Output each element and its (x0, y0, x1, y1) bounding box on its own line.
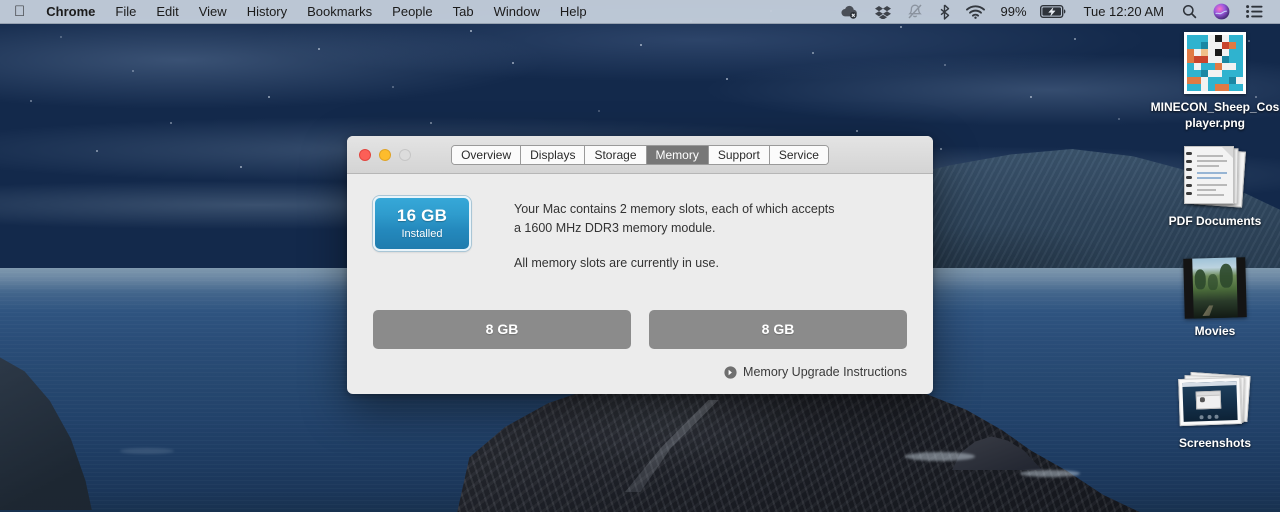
zoom-button[interactable] (399, 148, 411, 161)
desktop-icon-pdf-documents[interactable]: PDF Documents (1145, 146, 1280, 230)
about-this-mac-window[interactable]: Overview Displays Storage Memory Support… (347, 136, 933, 394)
memory-slot-1: 8 GB (373, 309, 631, 349)
do-not-disturb-icon[interactable] (900, 0, 930, 24)
menu-item-edit[interactable]: Edit (146, 0, 188, 24)
memory-upgrade-link-label: Memory Upgrade Instructions (743, 365, 907, 379)
desktop-icon-screenshots[interactable]: Screenshots (1145, 371, 1280, 452)
wallpaper-surf (120, 448, 174, 454)
menu-item-tab[interactable]: Tab (443, 0, 484, 24)
memory-slot-2: 8 GB (649, 309, 907, 349)
tab-support[interactable]: Support (708, 145, 770, 164)
installed-memory-state: Installed (401, 227, 443, 240)
menu-item-window[interactable]: Window (484, 0, 550, 24)
desktop-icon-label: MINECON_Sheep_Cosplayer.png (1150, 100, 1280, 130)
menu-item-help[interactable]: Help (550, 0, 597, 24)
desktop-icon-minecon-sheep-cosplayer[interactable]: MINECON_Sheep_Cosplayer.png (1145, 32, 1280, 132)
dropbox-icon[interactable] (868, 0, 898, 24)
tab-bar: Overview Displays Storage Memory Support… (451, 144, 829, 165)
battery-charging-icon[interactable] (1033, 0, 1073, 24)
spotlight-search-icon[interactable] (1175, 0, 1204, 24)
memory-upgrade-link[interactable]: Memory Upgrade Instructions (724, 365, 907, 379)
apple-menu[interactable]:  (0, 0, 36, 24)
desktop-icon-label: Screenshots (1178, 436, 1252, 450)
cloud-sync-icon[interactable] (833, 0, 866, 24)
battery-percent-label: 99% (1000, 4, 1027, 19)
memory-description-line-1: Your Mac contains 2 memory slots, each o… (514, 202, 835, 216)
memory-description-line-2: a 1600 MHz DDR3 memory module. (514, 220, 716, 235)
window-titlebar[interactable]: Overview Displays Storage Memory Support… (347, 136, 933, 174)
menu-item-view[interactable]: View (189, 0, 237, 24)
menu-bar-clock[interactable]: Tue 12:20 AM (1075, 0, 1173, 24)
memory-description: Your Mac contains 2 memory slots, each o… (514, 196, 835, 273)
memory-slots-row: 8 GB 8 GB (373, 309, 907, 349)
tab-memory[interactable]: Memory (646, 145, 709, 164)
menu-item-bookmarks[interactable]: Bookmarks (297, 0, 382, 24)
wifi-icon[interactable] (959, 0, 992, 24)
documents-stack-icon (1182, 146, 1248, 208)
memory-slots-status: All memory slots are currently in use. (514, 256, 719, 270)
menu-item-history[interactable]: History (237, 0, 297, 24)
desktop-icon-movies[interactable]: Movies (1145, 257, 1280, 340)
menu-bar:  Chrome File Edit View History Bookmark… (0, 0, 1280, 24)
desktop:  Chrome File Edit View History Bookmark… (0, 0, 1280, 512)
wallpaper-surf (1020, 470, 1080, 477)
arrow-right-circle-icon (724, 365, 737, 379)
installed-memory-size: 16 GB (396, 206, 448, 226)
memory-summary-row: 16 GB Installed Your Mac contains 2 memo… (373, 196, 907, 273)
memory-panel: 16 GB Installed Your Mac contains 2 memo… (347, 174, 933, 394)
desktop-icon-label: Movies (1194, 324, 1236, 338)
installed-memory-badge: 16 GB Installed (373, 196, 471, 251)
control-center-list-icon[interactable] (1239, 0, 1270, 24)
minimize-button[interactable] (379, 148, 391, 161)
menu-item-file[interactable]: File (105, 0, 146, 24)
apple-logo-icon:  (14, 4, 25, 19)
traffic-light-buttons (347, 148, 411, 161)
siri-icon[interactable] (1206, 0, 1237, 24)
menu-item-app-name[interactable]: Chrome (36, 0, 105, 24)
bluetooth-icon[interactable] (932, 0, 957, 24)
close-button[interactable] (359, 148, 371, 161)
screenshots-stack-icon (1178, 371, 1251, 430)
menu-item-people[interactable]: People (382, 0, 442, 24)
desktop-icon-label: PDF Documents (1168, 214, 1262, 228)
wallpaper-surf (905, 452, 975, 461)
tab-displays[interactable]: Displays (521, 145, 586, 164)
tab-overview[interactable]: Overview (452, 145, 522, 164)
movie-thumbnail-icon (1183, 257, 1247, 319)
tab-storage[interactable]: Storage (585, 145, 647, 164)
tab-service[interactable]: Service (769, 145, 828, 164)
image-file-icon (1184, 32, 1246, 94)
